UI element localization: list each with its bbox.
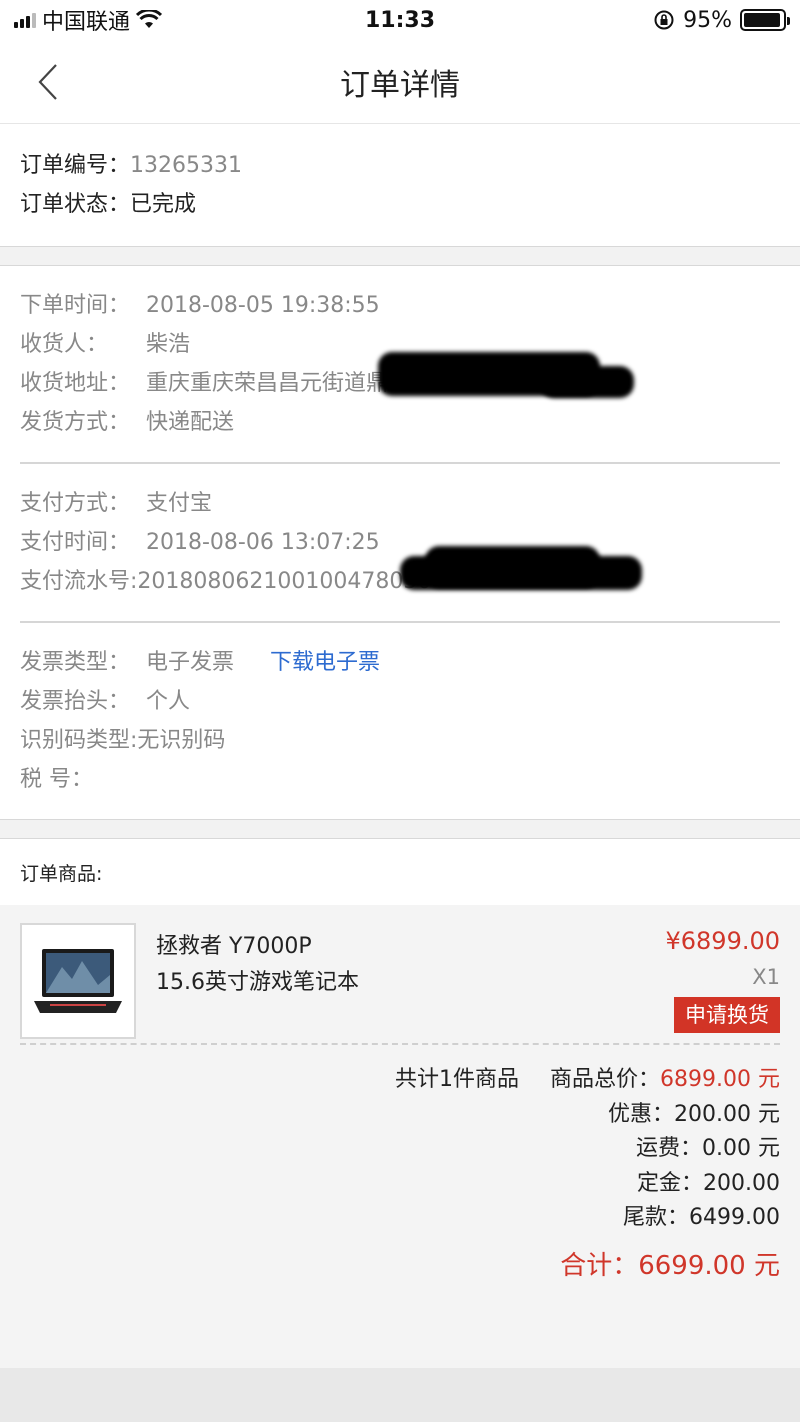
deposit: 定金：200.00: [637, 1170, 780, 1196]
wifi-icon: [136, 10, 163, 28]
order-number: 13265331: [130, 153, 242, 178]
product-name: 拯救者 Y7000P: [156, 934, 312, 959]
product-price: ¥6899.00: [665, 927, 780, 955]
invoice-type: 电子发票: [146, 650, 235, 675]
product-desc: 15.6英寸游戏笔记本: [156, 970, 359, 995]
product-qty: X1: [752, 965, 780, 989]
order-info: 订单编号： 13265331 订单状态： 已完成: [0, 124, 800, 246]
status-bar: 中国联通 11:33 95%: [0, 0, 800, 40]
carrier-name: 中国联通: [42, 10, 131, 35]
battery-icon: [740, 9, 790, 31]
subtotal-label: 商品总价：: [550, 1067, 661, 1092]
product-item[interactable]: 拯救者 Y7000P 15.6英寸游戏笔记本 ¥6899.00 X1 申请换货: [0, 905, 800, 1043]
products-header: 订单商品:: [20, 862, 103, 885]
divider: [0, 246, 800, 266]
order-details: 下单时间： 2018-08-05 19:38:55 收货人： 柴浩 收货地址： 重庆重…: [0, 266, 800, 819]
discount: 优惠：200.00 元: [608, 1101, 780, 1127]
bottom-bar: [0, 1368, 800, 1422]
invoice-type-label: 发票类型：: [20, 650, 131, 675]
rotation-lock-icon: [654, 10, 674, 30]
laptop-icon: [34, 949, 122, 1013]
payment-serial-label: 支付流水号: [20, 569, 131, 594]
payment-method: 支付宝: [146, 491, 213, 516]
subtotal: 6899.00 元: [660, 1067, 780, 1092]
chevron-left-icon: [38, 64, 57, 100]
address: 重庆重庆荣昌昌元街道鼎: [146, 371, 389, 396]
products-area: 拯救者 Y7000P 15.6英寸游戏笔记本 ¥6899.00 X1 申请换货 …: [0, 905, 800, 1377]
shipping-fee: 运费：0.00 元: [636, 1136, 780, 1161]
invoice-block: 发票类型： 电子发票 下载电子票 发票抬头： 个人 识别码类型:无识别码 税 号：: [20, 623, 780, 819]
order-time-label: 下单时间：: [20, 293, 131, 318]
payment-block: 支付方式： 支付宝 支付时间： 2018-08-06 13:07:25 支付流水号:…: [20, 464, 780, 623]
id-type-label: 识别码类型: [20, 728, 131, 753]
payment-time-label: 支付时间：: [20, 530, 131, 555]
exchange-button[interactable]: 申请换货: [674, 997, 780, 1033]
order-status: 已完成: [130, 192, 197, 217]
receiver-label: 收货人：: [20, 332, 109, 357]
payment-method-label: 支付方式：: [20, 491, 131, 516]
download-invoice-link[interactable]: 下载电子票: [270, 643, 380, 682]
redaction-mark: [540, 366, 634, 398]
page-title: 订单详情: [340, 67, 460, 103]
product-thumbnail: [20, 923, 136, 1039]
delivery-method-label: 发货方式：: [20, 410, 131, 435]
signal-icon: [14, 12, 36, 28]
divider: [0, 819, 800, 839]
payment-serial: :201808062100100478050: [130, 569, 432, 594]
payment-time: 2018-08-06 13:07:25: [146, 530, 380, 555]
tax-number-label: 税 号：: [20, 767, 93, 792]
redaction-mark: [400, 556, 642, 590]
id-type: :无识别码: [130, 728, 226, 753]
item-count: 共计1件商品: [395, 1067, 519, 1092]
invoice-title-label: 发票抬头：: [20, 689, 131, 714]
battery-percent: 95%: [683, 7, 732, 33]
order-status-label: 订单状态：: [20, 192, 131, 217]
order-time: 2018-08-05 19:38:55: [146, 293, 380, 318]
delivery-method: 快递配送: [146, 410, 235, 435]
invoice-title: 个人: [146, 689, 191, 714]
address-label: 收货地址：: [20, 371, 131, 396]
back-button[interactable]: [28, 62, 68, 102]
receiver-name: 柴浩: [146, 332, 191, 357]
order-summary: 共计1件商品 商品总价：6899.00 元 优惠：200.00 元 运费：0.0…: [0, 1045, 800, 1286]
order-number-label: 订单编号：: [20, 153, 131, 178]
grand-total: 合计：6699.00 元: [560, 1250, 780, 1281]
nav-bar: 订单详情: [0, 40, 800, 124]
balance: 尾款：6499.00: [623, 1205, 780, 1230]
